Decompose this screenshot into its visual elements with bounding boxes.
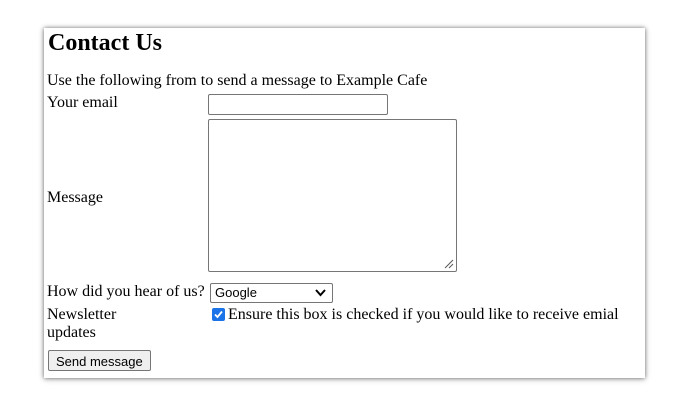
- newsletter-checkbox[interactable]: [212, 308, 225, 321]
- email-field[interactable]: [208, 94, 388, 115]
- send-message-button[interactable]: Send message: [48, 350, 151, 371]
- checkmark-icon: [214, 310, 223, 319]
- email-label: Your email: [47, 94, 118, 111]
- message-textarea[interactable]: [208, 119, 457, 272]
- chevron-down-icon: [315, 289, 326, 297]
- newsletter-checkbox-text: Ensure this box is checked if you would …: [228, 306, 619, 323]
- referral-selected-value: Google: [215, 285, 257, 300]
- contact-form-card: Contact Us Use the following from to sen…: [44, 28, 645, 378]
- resize-grip-icon[interactable]: [443, 258, 454, 269]
- referral-select[interactable]: Google: [210, 283, 333, 303]
- referral-label: How did you hear of us?: [47, 283, 205, 300]
- message-label: Message: [47, 189, 103, 206]
- intro-text: Use the following from to send a message…: [47, 72, 428, 89]
- page-title: Contact Us: [48, 30, 162, 56]
- newsletter-label: Newsletter updates: [47, 306, 117, 341]
